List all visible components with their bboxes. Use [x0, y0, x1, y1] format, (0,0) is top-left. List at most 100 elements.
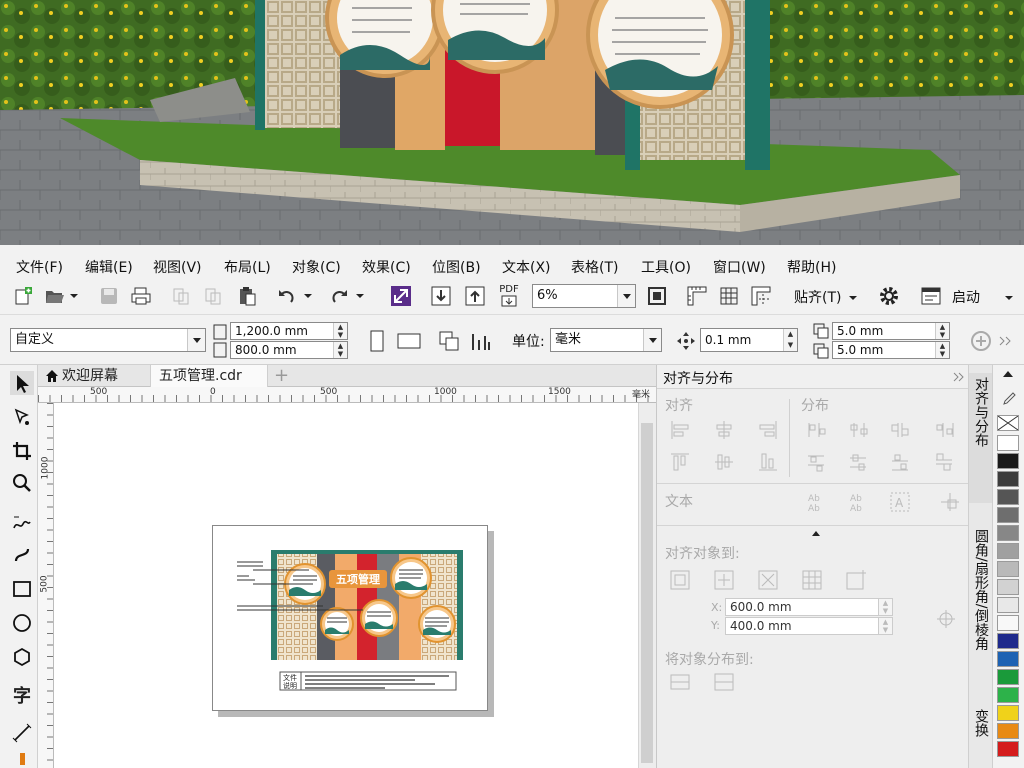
- tab-align-distribute[interactable]: 对齐与分布: [969, 373, 993, 503]
- new-document-icon[interactable]: [10, 283, 36, 309]
- portrait-orientation-icon[interactable]: [364, 328, 390, 354]
- print-icon[interactable]: [128, 283, 154, 309]
- menu-layout[interactable]: 布局(L): [224, 257, 271, 277]
- align-horizontal-center-icon[interactable]: [713, 419, 735, 441]
- units-dropdown-chevron-icon[interactable]: [643, 329, 661, 351]
- color-swatch[interactable]: [997, 561, 1019, 577]
- distribute-right-icon[interactable]: [933, 419, 955, 441]
- color-swatch[interactable]: [997, 579, 1019, 595]
- text-outline-icon[interactable]: [939, 491, 961, 513]
- align-top-icon[interactable]: [669, 451, 691, 473]
- tab-document[interactable]: 五项管理.cdr: [150, 365, 268, 387]
- color-swatch[interactable]: [997, 543, 1019, 559]
- publish-pdf-icon[interactable]: PDF: [494, 283, 524, 309]
- distribute-spacing-vertical-icon[interactable]: [933, 451, 955, 473]
- nudge-distance-spinner[interactable]: ▲ ▼: [783, 329, 797, 351]
- color-swatch[interactable]: [997, 723, 1019, 739]
- color-swatch[interactable]: [997, 669, 1019, 685]
- new-tab-plus-icon[interactable]: +: [270, 365, 292, 387]
- color-swatch[interactable]: [997, 651, 1019, 667]
- menu-bitmaps[interactable]: 位图(B): [432, 257, 481, 277]
- open-dropdown-chevron-icon[interactable]: [66, 283, 82, 309]
- options-gear-icon[interactable]: [876, 283, 902, 309]
- ellipse-tool-icon[interactable]: [10, 611, 34, 635]
- redo-dropdown-chevron-icon[interactable]: [352, 283, 368, 309]
- vertical-ruler[interactable]: 1000 500: [38, 403, 54, 768]
- shape-tool-icon[interactable]: [10, 405, 34, 429]
- color-swatch[interactable]: [997, 435, 1019, 451]
- freehand-tool-icon[interactable]: [10, 511, 34, 535]
- distribute-top-icon[interactable]: [805, 451, 827, 473]
- align-to-page-edge-icon[interactable]: [713, 569, 735, 591]
- menu-tools[interactable]: 工具(O): [641, 257, 691, 277]
- color-swatch[interactable]: [997, 615, 1019, 631]
- parallel-dimension-tool-icon[interactable]: [10, 721, 34, 745]
- page-preset-dropdown-chevron-icon[interactable]: [187, 329, 205, 351]
- color-swatch[interactable]: [997, 741, 1019, 757]
- color-swatch[interactable]: [997, 525, 1019, 541]
- connector-tool-icon[interactable]: [10, 751, 34, 765]
- page-width-spinner[interactable]: ▲ ▼: [333, 323, 347, 339]
- page-width-input[interactable]: 1,200.0 mm ▲ ▼: [230, 322, 348, 340]
- export-icon[interactable]: [462, 283, 488, 309]
- open-folder-icon[interactable]: [42, 283, 68, 309]
- artistic-media-tool-icon[interactable]: [10, 543, 34, 567]
- distribute-left-icon[interactable]: [805, 419, 827, 441]
- zoom-level-select[interactable]: 6%: [532, 284, 636, 308]
- more-toolbar-chevron-icon[interactable]: [994, 328, 1016, 354]
- pick-tool-arrow-icon[interactable]: [10, 371, 34, 395]
- eyedropper-icon[interactable]: [999, 391, 1017, 411]
- tab-fillet-scallop-chamfer[interactable]: 圆角/扇形角/倒棱角: [969, 525, 993, 685]
- text-tool-icon[interactable]: 字: [10, 683, 34, 707]
- menu-object[interactable]: 对象(C): [292, 257, 341, 277]
- palette-scroll-up-icon[interactable]: [1001, 369, 1015, 379]
- align-to-active-object-icon[interactable]: [669, 569, 691, 591]
- x-coordinate-spinner[interactable]: ▲ ▼: [878, 599, 892, 615]
- tab-transform[interactable]: 变换: [969, 705, 993, 765]
- color-swatch[interactable]: [997, 705, 1019, 721]
- current-page-icon[interactable]: [468, 328, 494, 354]
- vertical-scrollbar[interactable]: [638, 403, 656, 768]
- menu-effects[interactable]: 效果(C): [362, 257, 411, 277]
- menu-help[interactable]: 帮助(H): [787, 257, 836, 277]
- align-to-page-center-icon[interactable]: [757, 569, 779, 591]
- no-fill-swatch[interactable]: [997, 415, 1019, 431]
- align-right-icon[interactable]: [757, 419, 779, 441]
- docker-expand-chevron-icon[interactable]: [953, 371, 965, 383]
- all-pages-icon[interactable]: [436, 328, 462, 354]
- color-swatch[interactable]: [997, 507, 1019, 523]
- menu-window[interactable]: 窗口(W): [713, 257, 766, 277]
- align-vertical-center-icon[interactable]: [713, 451, 735, 473]
- corel-connect-icon[interactable]: [388, 283, 414, 309]
- add-toolbar-item-icon[interactable]: [968, 328, 994, 354]
- distribute-spacing-horizontal-icon[interactable]: [889, 419, 911, 441]
- show-guidelines-icon[interactable]: [748, 283, 774, 309]
- align-left-icon[interactable]: [669, 419, 691, 441]
- page-height-spinner[interactable]: ▲ ▼: [333, 342, 347, 358]
- text-bounding-box-icon[interactable]: A: [889, 491, 911, 513]
- menu-table[interactable]: 表格(T): [571, 257, 618, 277]
- snap-to-dropdown[interactable]: 贴齐(T): [790, 287, 860, 309]
- color-swatch[interactable]: [997, 453, 1019, 469]
- distribute-middle-icon[interactable]: [847, 451, 869, 473]
- crop-tool-icon[interactable]: [10, 439, 34, 463]
- color-swatch[interactable]: [997, 687, 1019, 703]
- import-icon[interactable]: [428, 283, 454, 309]
- menu-view[interactable]: 视图(V): [153, 257, 202, 277]
- text-last-baseline-icon[interactable]: AbAb: [847, 491, 869, 513]
- clipboard-paste-icon[interactable]: [234, 283, 260, 309]
- menu-text[interactable]: 文本(X): [502, 257, 551, 277]
- tab-welcome-screen[interactable]: 欢迎屏幕: [38, 365, 150, 387]
- application-launcher-icon[interactable]: [918, 283, 944, 309]
- save-icon[interactable]: [96, 283, 122, 309]
- duplicate-y-input[interactable]: 5.0 mm ▲ ▼: [832, 341, 950, 359]
- distribute-to-selection-icon[interactable]: [669, 671, 691, 693]
- duplicate-x-input[interactable]: 5.0 mm ▲ ▼: [832, 322, 950, 340]
- undo-icon[interactable]: [274, 283, 300, 309]
- zoom-dropdown-chevron-icon[interactable]: [617, 285, 635, 307]
- align-bottom-icon[interactable]: [757, 451, 779, 473]
- align-to-grid-icon[interactable]: [801, 569, 823, 591]
- full-screen-preview-icon[interactable]: [644, 283, 670, 309]
- y-coordinate-spinner[interactable]: ▲ ▼: [878, 618, 892, 634]
- menu-edit[interactable]: 编辑(E): [85, 257, 133, 277]
